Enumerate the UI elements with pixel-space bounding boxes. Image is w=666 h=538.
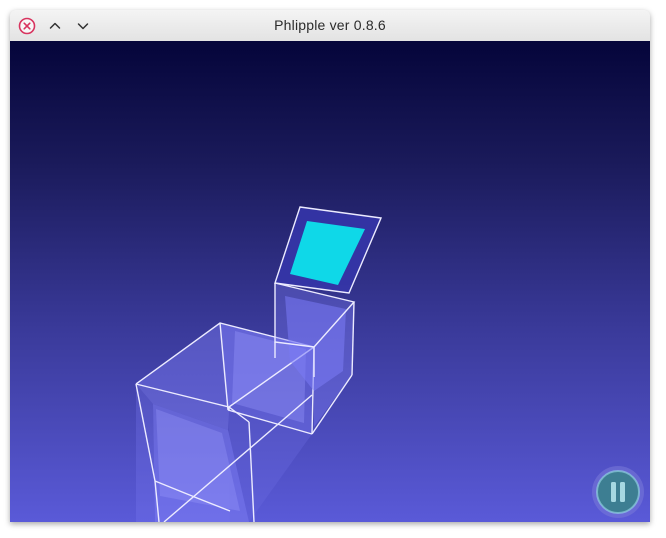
flip-tile[interactable] [274,206,383,294]
title-bar: Phlipple ver 0.8.6 [10,10,650,42]
app-window: Phlipple ver 0.8.6 [10,10,650,522]
pause-icon [592,466,644,518]
pause-button[interactable] [591,465,645,519]
cube-lower-left[interactable] [135,322,315,522]
game-scene[interactable] [10,41,650,522]
game-viewport[interactable] [10,41,650,522]
window-title: Phlipple ver 0.8.6 [274,17,386,33]
